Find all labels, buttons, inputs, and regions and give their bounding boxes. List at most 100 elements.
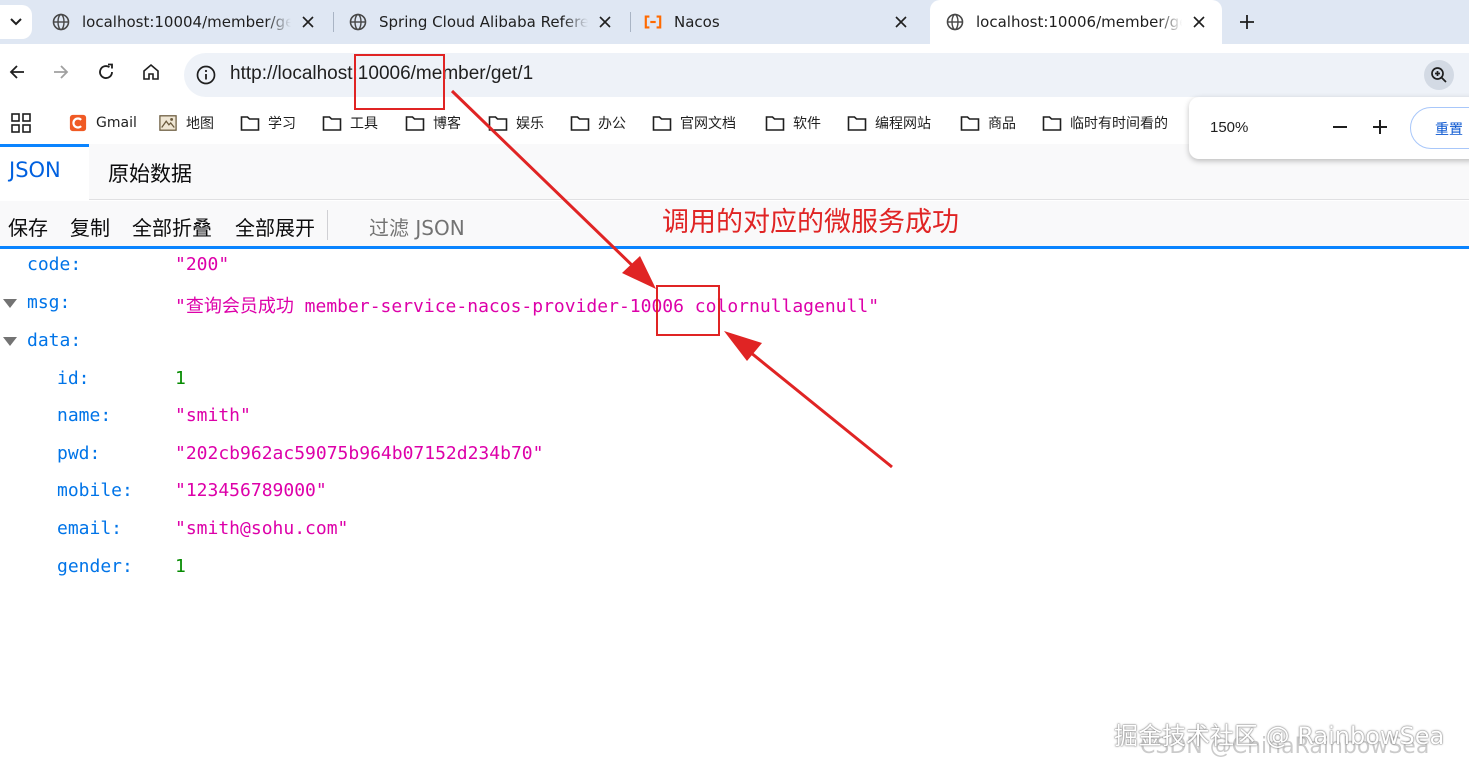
json-string-value: "查询会员成功 member-service-nacos-provider- [175, 296, 630, 317]
tab-nacos[interactable]: Nacos [628, 0, 924, 44]
bookmark-folder[interactable]: 办公 [570, 112, 626, 134]
bookmark-folder[interactable]: 工具 [322, 112, 378, 134]
json-row-mobile[interactable]: mobile: [57, 480, 133, 510]
globe-icon [349, 13, 367, 31]
json-value: 1 [175, 368, 186, 398]
bookmark-label: 地图 [186, 116, 214, 132]
globe-icon [946, 13, 964, 31]
json-value: "200" [175, 254, 229, 284]
expand-triangle-icon[interactable] [3, 337, 17, 346]
folder-icon [240, 116, 260, 131]
json-key: mobile: [57, 480, 133, 501]
json-value: "smith" [175, 405, 251, 435]
new-tab-button[interactable] [1234, 9, 1260, 35]
plus-icon [1240, 15, 1254, 29]
json-string-value: "200" [175, 254, 230, 275]
map-icon [159, 115, 177, 131]
tab-search-button[interactable] [0, 5, 32, 39]
tab-strip: localhost:10004/member/get Spring Cloud … [0, 0, 1469, 44]
json-string-value: "123456789000" [175, 480, 327, 501]
forward-button[interactable] [48, 59, 74, 85]
zoom-in-icon [1431, 67, 1447, 83]
reload-button[interactable] [93, 59, 119, 85]
expand-triangle-icon[interactable] [3, 299, 17, 308]
json-value: "123456789000" [175, 480, 327, 510]
zoom-reset-button[interactable]: 重置 [1410, 107, 1469, 149]
json-key: code: [27, 254, 82, 275]
copy-button[interactable]: 复制 [70, 212, 110, 241]
bookmark-label: 编程网站 [875, 116, 931, 132]
tab-localhost-10006[interactable]: localhost:10006/member/get [930, 0, 1222, 44]
json-key: pwd: [57, 443, 101, 464]
tab-title: localhost:10004/member/get [82, 13, 291, 31]
expand-all-button[interactable]: 全部展开 [235, 212, 315, 241]
minus-icon [1333, 126, 1347, 128]
zoom-indicator-button[interactable] [1424, 60, 1454, 90]
json-row-email[interactable]: email: [57, 518, 122, 548]
bookmark-folder[interactable]: 博客 [405, 112, 461, 134]
bookmark-label: 学习 [268, 116, 296, 132]
close-icon[interactable] [596, 13, 614, 31]
json-row-data[interactable]: data: [27, 330, 81, 360]
reload-icon [99, 63, 113, 79]
json-row-pwd[interactable]: pwd: [57, 443, 100, 473]
arrow-left-icon [9, 65, 24, 79]
tab-localhost-10004[interactable]: localhost:10004/member/get [36, 0, 331, 44]
bookmark-map[interactable]: 地图 [158, 112, 214, 134]
folder-icon [570, 116, 590, 131]
chevron-down-icon [10, 18, 22, 26]
tab-title: localhost:10006/member/get [976, 13, 1182, 31]
bookmark-folder[interactable]: 学习 [240, 112, 296, 134]
close-icon[interactable] [299, 13, 317, 31]
save-button[interactable]: 保存 [8, 212, 48, 241]
tab-raw-data[interactable]: 原始数据 [108, 144, 192, 200]
close-icon[interactable] [1190, 13, 1208, 31]
json-row-name[interactable]: name: [57, 405, 111, 435]
bookmark-gmail[interactable]: Gmail [68, 112, 137, 134]
json-row-msg[interactable]: msg: [27, 292, 70, 322]
zoom-out-button[interactable] [1328, 115, 1352, 139]
folder-icon [847, 116, 867, 131]
bookmark-folder[interactable]: 软件 [765, 112, 821, 134]
bookmark-folder[interactable]: 官网文档 [652, 112, 736, 134]
home-button[interactable] [138, 59, 164, 85]
tab-spring-cloud[interactable]: Spring Cloud Alibaba Refere [333, 0, 628, 44]
folder-icon [405, 116, 425, 131]
json-number-value: 1 [175, 556, 186, 577]
bookmark-folder[interactable]: 临时有时间看的 [1042, 112, 1168, 134]
json-key: id: [57, 368, 90, 389]
zoom-level: 150% [1210, 119, 1249, 136]
folder-icon [765, 116, 785, 131]
filter-json-input[interactable]: 过滤 JSON [369, 212, 465, 241]
collapse-all-button[interactable]: 全部折叠 [132, 212, 212, 241]
info-icon[interactable] [195, 64, 217, 86]
json-value: "202cb962ac59075b964b07152d234b70" [175, 443, 543, 473]
close-icon[interactable] [892, 13, 910, 31]
bookmark-folder[interactable]: 编程网站 [847, 112, 931, 134]
json-number-value: 1 [175, 368, 186, 389]
bookmark-label: 办公 [598, 116, 626, 132]
gmail-icon [69, 114, 87, 132]
bookmark-folder[interactable]: 娱乐 [488, 112, 544, 134]
bookmark-label: 软件 [793, 116, 821, 132]
json-row-id[interactable]: id: [57, 368, 90, 398]
browser-toolbar: http://localhost:10006/member/get/1 [0, 44, 1469, 100]
bookmark-label: 商品 [988, 116, 1016, 132]
back-button[interactable] [4, 59, 30, 85]
bookmark-label: 官网文档 [680, 116, 736, 132]
json-key: email: [57, 518, 123, 539]
bookmark-folder[interactable]: 商品 [960, 112, 1016, 134]
tab-json[interactable]: JSON [0, 144, 89, 200]
json-key: msg: [27, 292, 71, 313]
apps-button[interactable] [10, 112, 32, 134]
tab-title: Spring Cloud Alibaba Refere [379, 13, 588, 31]
zoom-in-button[interactable] [1368, 115, 1392, 139]
plus-icon [1373, 120, 1387, 134]
folder-icon [960, 116, 980, 131]
json-string-value: "smith@sohu.com" [175, 518, 349, 539]
bookmark-label: 娱乐 [516, 116, 544, 132]
bookmark-label: 临时有时间看的 [1070, 116, 1168, 132]
toolbar-divider [327, 210, 328, 240]
json-row-gender[interactable]: gender: [57, 556, 133, 586]
json-row-code[interactable]: code: [27, 254, 81, 284]
